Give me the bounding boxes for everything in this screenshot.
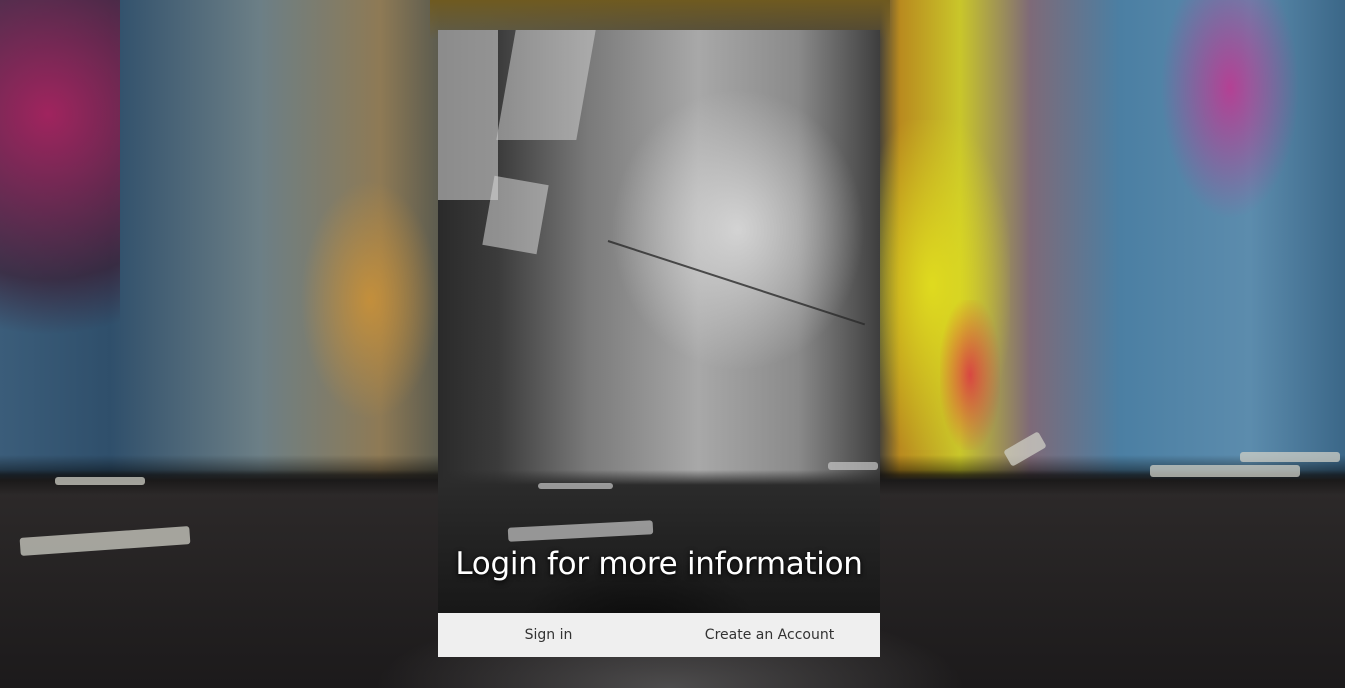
background-graffiti-left-yellow bbox=[300, 180, 440, 420]
background-debris bbox=[1240, 452, 1340, 462]
panel-debris bbox=[507, 520, 654, 542]
create-account-link[interactable]: Create an Account bbox=[659, 613, 880, 657]
background-graffiti-left bbox=[0, 0, 120, 380]
panel-graffiti-shape bbox=[438, 30, 498, 200]
sign-in-link[interactable]: Sign in bbox=[438, 613, 659, 657]
panel-graffiti-shape bbox=[496, 30, 596, 140]
panel-graffiti-shape bbox=[482, 175, 549, 255]
background-graffiti-right-red bbox=[940, 300, 1000, 450]
background-debris bbox=[55, 477, 145, 485]
login-action-bar: Sign in Create an Account bbox=[438, 613, 880, 657]
panel-debris bbox=[828, 462, 878, 470]
panel-wall-crack bbox=[607, 240, 866, 326]
background-graffiti-right-pink bbox=[1160, 0, 1300, 220]
login-panel: Login for more information Sign in Creat… bbox=[438, 30, 880, 657]
panel-debris bbox=[538, 483, 613, 489]
login-heading: Login for more information bbox=[455, 546, 863, 582]
background-debris bbox=[1150, 465, 1300, 477]
background-debris bbox=[19, 526, 191, 556]
